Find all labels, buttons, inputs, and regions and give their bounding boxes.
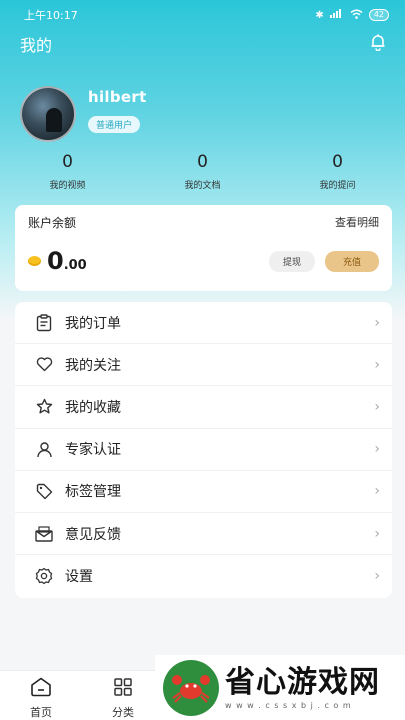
clipboard-icon [35,313,53,332]
coin-icon [28,256,41,266]
watermark-url: w w w . c s s x b j . c o m [225,701,352,710]
status-bar: 上午10:17 ✱ 42 [0,0,405,30]
user-level-badge: 普通用户 [88,116,141,133]
stat-label: 我的文档 [184,181,221,191]
profile-section[interactable]: hilbert 普通用户 [20,86,147,142]
menu-item-settings[interactable]: 设置 › [15,555,392,597]
watermark-text: 省心游戏网 [225,665,380,700]
menu-item-label: 我的关注 [65,357,121,374]
avatar[interactable] [20,86,76,142]
stat-documents[interactable]: 0 我的文档 [135,152,270,191]
page-title: 我的 [20,36,53,55]
profile-info: hilbert 普通用户 [88,86,147,133]
heart-icon [35,356,53,374]
menu-item-label: 专家认证 [65,442,121,459]
battery-icon: 42 [368,9,389,21]
chevron-right-icon: › [374,441,380,458]
wifi-icon [350,9,363,22]
balance-title: 账户余额 [28,216,77,230]
chevron-right-icon: › [374,314,380,331]
status-time: 上午10:17 [24,9,78,22]
view-details-link[interactable]: 查看明细 [335,214,379,231]
stat-value: 0 [332,152,343,172]
tab-label: 首页 [30,706,52,719]
menu-item-label: 设置 [65,569,93,586]
menu-item-label: 意见反馈 [65,526,121,543]
menu-item-tag-management[interactable]: 标签管理 › [15,471,392,513]
header: 我的 [0,30,405,58]
menu-item-feedback[interactable]: 意见反馈 › [15,513,392,556]
menu-item-expert-certification[interactable]: 专家认证 › [15,429,392,471]
menu-item-label: 标签管理 [65,484,121,501]
stat-videos[interactable]: 0 我的视频 [0,152,135,191]
chevron-right-icon: › [374,398,380,415]
grid-icon [113,677,133,701]
user-icon [35,440,53,458]
stat-label: 我的提问 [319,181,356,191]
stat-value: 0 [197,152,208,172]
menu-item-favorites[interactable]: 我的收藏 › [15,386,392,429]
envelope-icon [35,525,53,543]
crab-logo-icon [163,659,219,716]
signal-icon [329,9,344,21]
withdraw-button[interactable]: 提现 [268,250,315,272]
bluetooth-icon: ✱ [315,9,324,21]
tab-home[interactable]: 首页 [0,671,82,720]
tab-categories[interactable]: 分类 [82,671,164,720]
balance-card: 账户余额 查看明细 0 .00 提现 充值 [15,205,392,291]
balance-amount: 0 [47,247,64,275]
menu-item-following[interactable]: 我的关注 › [15,344,392,387]
username: hilbert [88,88,147,106]
chevron-right-icon: › [374,525,380,542]
tag-icon [35,482,53,500]
status-icons: ✱ 42 [315,9,389,22]
chevron-right-icon: › [374,356,380,373]
balance-decimal: .00 [63,257,87,273]
menu-item-orders[interactable]: 我的订单 › [15,302,392,345]
stat-value: 0 [62,152,73,172]
watermark-overlay: 省心游戏网 w w w . c s s x b j . c o m [155,655,405,720]
menu-item-label: 我的收藏 [65,399,121,416]
recharge-button[interactable]: 充值 [324,250,379,272]
stat-label: 我的视频 [49,181,86,191]
chevron-right-icon: › [374,483,380,500]
chevron-right-icon: › [374,568,380,585]
stat-questions[interactable]: 0 我的提问 [270,152,405,191]
bell-icon[interactable] [369,33,387,55]
gear-icon [35,567,53,585]
home-icon [30,677,52,701]
menu-list: 我的订单 › 我的关注 › 我的收藏 › 专家认证 › 标签管理 › 意见反馈 … [15,302,392,598]
menu-item-label: 我的订单 [65,315,121,332]
stats-row: 0 我的视频 0 我的文档 0 我的提问 [0,152,405,191]
tab-label: 分类 [112,706,134,719]
star-icon [35,398,53,416]
